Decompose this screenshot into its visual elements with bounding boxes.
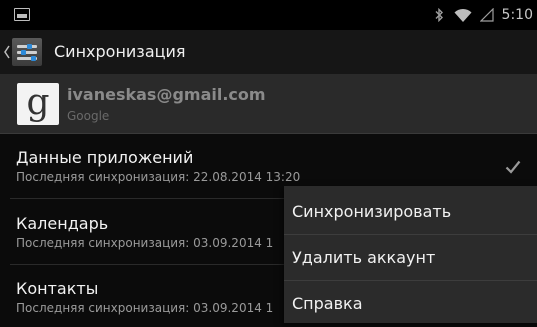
account-provider: Google: [67, 109, 110, 123]
account-header: g ivaneskas@gmail.com Google: [0, 74, 537, 134]
status-bar: 5:10: [0, 0, 537, 30]
settings-sync-icon[interactable]: [12, 38, 42, 66]
menu-item-remove-account[interactable]: Удалить аккаунт: [284, 235, 537, 281]
back-caret-icon[interactable]: [3, 44, 11, 60]
menu-item-sync[interactable]: Синхронизировать: [284, 189, 537, 235]
image-icon: [14, 8, 30, 21]
page-title: Синхронизация: [54, 42, 186, 61]
status-icons: 5:10: [432, 5, 533, 25]
menu-item-label: Удалить аккаунт: [292, 248, 436, 267]
signal-icon: [479, 8, 494, 22]
sync-item-subtitle: Последняя синхронизация: 03.09.2014 1: [16, 236, 274, 250]
menu-item-help[interactable]: Справка: [284, 281, 537, 327]
wifi-icon: [454, 8, 472, 22]
overflow-menu: Синхронизировать Удалить аккаунт Справка: [284, 186, 537, 323]
sync-item-subtitle: Последняя синхронизация: 22.08.2014 13:2…: [16, 170, 301, 184]
checkbox-icon[interactable]: [505, 160, 521, 174]
menu-item-label: Синхронизировать: [292, 202, 452, 221]
account-email: ivaneskas@gmail.com: [67, 85, 266, 104]
sync-item-title: Контакты: [16, 279, 99, 298]
sync-item-subtitle: Последняя синхронизация: 03.09.2014 1: [16, 301, 274, 315]
status-time: 5:10: [501, 7, 533, 23]
sync-item-title: Данные приложений: [16, 148, 194, 167]
sync-item-title: Календарь: [16, 214, 109, 233]
google-logo: g: [17, 83, 59, 125]
bluetooth-icon: [432, 7, 446, 23]
menu-item-label: Справка: [292, 294, 363, 313]
action-bar: Синхронизация: [0, 30, 537, 74]
